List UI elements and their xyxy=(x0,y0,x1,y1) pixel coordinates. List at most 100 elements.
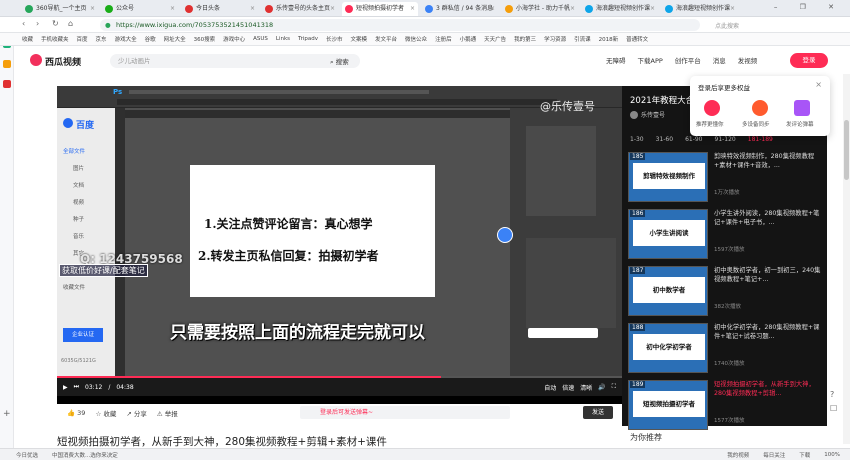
send-danmaku-button[interactable]: 发送 xyxy=(583,406,613,419)
playlist-range-tab[interactable]: 31-60 xyxy=(656,136,673,143)
browser-tab[interactable]: 短视频拍摄初学者 × xyxy=(342,2,418,16)
forward-icon[interactable]: › xyxy=(36,19,39,28)
nav-item[interactable]: 创作平台 xyxy=(675,55,701,65)
status-left-1[interactable]: 今日优选 xyxy=(16,451,38,459)
close-tab-icon[interactable]: × xyxy=(490,2,495,16)
like-button[interactable]: 👍 39 xyxy=(67,409,85,417)
bookmark-item[interactable]: 游戏大全 xyxy=(115,35,137,43)
browser-tab[interactable]: 今日头条 × xyxy=(182,2,258,16)
url-field[interactable]: ● https://www.ixigua.com/705375352145104… xyxy=(100,19,700,31)
playlist-item[interactable]: 短视频拍摄初学者 189 短视频拍摄初学者，从新手到大神，280集视频教程+剪辑..… xyxy=(628,378,824,432)
playlist-item[interactable]: 剪辑特效视频制作 185 剪映特效视频制作，280集视频教程+素材+课件+音效，..… xyxy=(628,150,824,204)
status-right-4[interactable]: 100% xyxy=(824,452,840,458)
episode-number: 189 xyxy=(630,381,646,388)
volume-icon[interactable]: 🔊 xyxy=(598,384,605,391)
bookmark-item[interactable]: 360搜索 xyxy=(194,35,216,43)
feedback-icon[interactable]: ☐ xyxy=(830,404,837,413)
report-button[interactable]: ⚠ 举报 xyxy=(157,408,178,418)
ps-doc-tabs xyxy=(125,110,510,118)
playlist-range-tab[interactable]: 61-90 xyxy=(685,136,702,143)
app-icon[interactable] xyxy=(3,80,11,88)
refresh-icon[interactable]: ↻ xyxy=(52,19,59,28)
fullscreen-icon[interactable]: ⛶ xyxy=(612,383,616,391)
status-right-1[interactable]: 我的视频 xyxy=(727,451,749,459)
bookmark-item[interactable]: 手机收藏夹 xyxy=(41,35,69,43)
bookmark-item[interactable]: 引流课 xyxy=(574,35,591,43)
home-icon[interactable]: ⌂ xyxy=(68,19,73,28)
bookmark-item[interactable]: 发文平台 xyxy=(375,35,397,43)
next-icon[interactable]: ⏭ xyxy=(74,383,79,391)
bookmark-item[interactable]: 谷歌 xyxy=(145,35,156,43)
browser-tab[interactable]: 海浪趣短视频创作课 × xyxy=(582,2,658,16)
share-button[interactable]: ↗ 分享 xyxy=(126,408,147,418)
video-thumbnail: 初中化学初学者 188 xyxy=(628,323,708,373)
close-tab-icon[interactable]: × xyxy=(90,2,95,16)
status-right-2[interactable]: 每日关注 xyxy=(763,451,785,459)
browser-tab[interactable]: 海浪趣短视频创作课 × xyxy=(662,2,738,16)
browser-tab[interactable]: 360导航_一个主页 × xyxy=(22,2,98,16)
bookmark-item[interactable]: 2018新 xyxy=(599,35,619,43)
close-icon[interactable]: × xyxy=(815,80,822,89)
close-tab-icon[interactable]: × xyxy=(730,2,735,16)
browser-tab[interactable]: 3 群私信 / 94 条消息 × xyxy=(422,2,498,16)
bookmark-item[interactable]: Tripadv xyxy=(298,36,318,42)
bookmark-item[interactable]: 天天广告 xyxy=(484,35,506,43)
close-tab-icon[interactable]: × xyxy=(250,2,255,16)
status-left-2[interactable]: 中国消费大数...选你来决定 xyxy=(52,451,118,459)
browser-tab[interactable]: 公众号 × xyxy=(102,2,178,16)
browser-tab[interactable]: 小海学社 - 助力千帆 × xyxy=(502,2,578,16)
app-icon[interactable] xyxy=(3,60,11,68)
bookmark-item[interactable]: 网址大全 xyxy=(164,35,186,43)
close-tab-icon[interactable]: × xyxy=(410,2,415,16)
nav-item[interactable]: 消息 xyxy=(713,55,726,65)
bookmark-item[interactable]: 游戏中心 xyxy=(223,35,245,43)
address-search-hint[interactable]: 点此搜索 xyxy=(715,21,739,30)
site-search-input[interactable]: 少儿动画片 xyxy=(110,54,360,68)
scrollbar-thumb[interactable] xyxy=(844,120,849,180)
bookmark-item[interactable]: 学习资源 xyxy=(544,35,566,43)
bookmark-item[interactable]: 我的第三 xyxy=(514,35,536,43)
ps-panel-block xyxy=(526,238,616,328)
help-icon[interactable]: ? xyxy=(830,390,834,399)
playlist-item[interactable]: 初中化学初学者 188 初中化学初学者，280集视频教程+课件+笔记+试卷习题...… xyxy=(628,321,824,375)
close-tab-icon[interactable]: × xyxy=(650,2,655,16)
play-icon[interactable]: ▶ xyxy=(63,384,68,391)
playlist-item[interactable]: 初中数学者 187 初中奥数初学者，初一到初三，240集视频教程+笔记+... 382… xyxy=(628,264,824,318)
bookmark-item[interactable]: 收藏 xyxy=(22,35,33,43)
xigua-logo-icon[interactable] xyxy=(30,54,42,66)
nav-item[interactable]: 无障碍 xyxy=(606,55,626,65)
close-tab-icon[interactable]: × xyxy=(170,2,175,16)
ps-panel-block xyxy=(526,126,596,216)
login-button[interactable]: 登录 xyxy=(790,53,828,68)
back-icon[interactable]: ‹ xyxy=(22,19,25,28)
site-search-button[interactable]: ⌕ 搜索 xyxy=(330,56,349,67)
ctrl-auto[interactable]: 自动 xyxy=(544,383,556,392)
playlist-range-tab[interactable]: 91-120 xyxy=(715,136,736,143)
site-logo-text[interactable]: 西瓜视频 xyxy=(45,55,81,68)
bookmark-item[interactable]: 长沙市 xyxy=(326,35,343,43)
nav-item[interactable]: 发视频 xyxy=(738,55,758,65)
close-tab-icon[interactable]: × xyxy=(330,2,335,16)
bookmark-item[interactable]: 普通转文 xyxy=(626,35,648,43)
danmaku-input[interactable]: 登录后可发送弹幕~ xyxy=(300,406,510,419)
nav-item[interactable]: 下载APP xyxy=(638,55,663,65)
bookmark-item[interactable]: 百度 xyxy=(77,35,88,43)
playlist-range-tab[interactable]: 181-189 xyxy=(748,136,773,143)
close-tab-icon[interactable]: × xyxy=(570,2,575,16)
bookmark-item[interactable]: Links xyxy=(276,36,290,42)
bookmark-item[interactable]: 注册后 xyxy=(435,35,452,43)
bookmark-item[interactable]: 京东 xyxy=(96,35,107,43)
ctrl-quality[interactable]: 清晰 xyxy=(580,383,592,392)
ctrl-speed[interactable]: 倍速 xyxy=(562,383,574,392)
playlist-range-tab[interactable]: 1-30 xyxy=(630,136,644,143)
add-icon[interactable]: + xyxy=(3,410,11,419)
browser-tab[interactable]: 乐传壹号的头条主页 × xyxy=(262,2,338,16)
bookmark-item[interactable]: 小鹅通 xyxy=(460,35,477,43)
playlist-author[interactable]: 乐传壹号 xyxy=(630,110,665,119)
status-right-3[interactable]: 下载 xyxy=(799,451,810,459)
favorite-button[interactable]: ☆ 收藏 xyxy=(95,408,116,418)
bookmark-item[interactable]: 文案模 xyxy=(351,35,368,43)
bookmark-item[interactable]: 微信公众 xyxy=(405,35,427,43)
bookmark-item[interactable]: ASUS xyxy=(253,36,268,42)
playlist-item[interactable]: 小学生讲阅读 186 小学生讲外阅读，280集视频教程+笔记+课件+电子书，... 1… xyxy=(628,207,824,261)
